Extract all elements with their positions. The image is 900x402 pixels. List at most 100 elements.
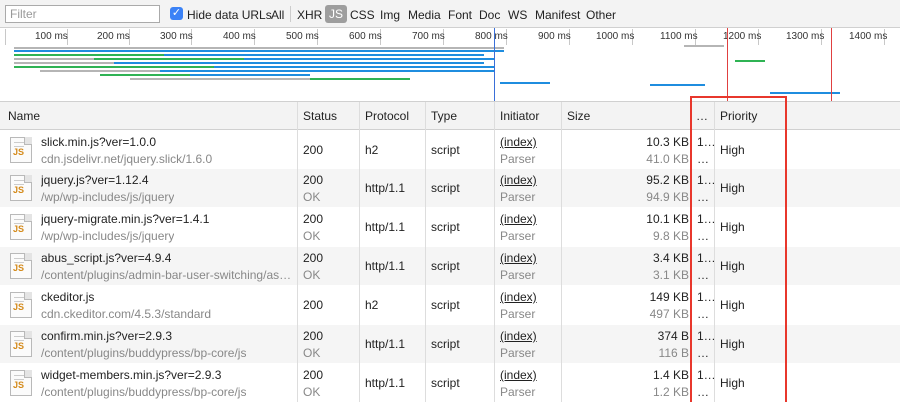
waterfall-bar [735,60,765,62]
waterfall-bar [40,70,160,72]
waterfall-overview[interactable]: 100 ms 200 ms 300 ms 400 ms 500 ms 600 m… [0,28,900,102]
filter-font-button[interactable]: Font [448,8,472,22]
type-cell: script [431,181,460,195]
column-divider[interactable] [561,102,562,402]
waterfall-bar [684,45,724,47]
request-name: widget-members.min.js?ver=2.9.3 [41,368,222,382]
request-name: confirm.min.js?ver=2.9.3 [41,329,173,343]
waterfall-bar [160,70,494,72]
request-path: /wp/wp-includes/js/jquery [41,190,175,204]
request-path: /content/plugins/buddypress/bp-core/js [41,346,247,360]
status-code: 200 [303,173,324,187]
initiator-link[interactable]: (index) [500,290,537,304]
filter-xhr-button[interactable]: XHR [297,8,322,22]
hide-data-urls-label[interactable]: Hide data URLs [187,8,272,22]
transfer-size: 95.2 KB [646,173,689,187]
status-text: OK [303,268,321,282]
column-header-initiator[interactable]: Initiator [494,102,539,130]
filter-media-button[interactable]: Media [408,8,441,22]
timeline-tick-label: 700 ms [412,31,445,42]
status-text: OK [303,190,321,204]
column-divider[interactable] [297,102,298,402]
js-file-icon: JS [10,370,32,396]
initiator-type: Parser [500,307,536,321]
filter-ws-button[interactable]: WS [508,8,527,22]
waterfall-bar [770,92,840,94]
timeline-tick-label: 500 ms [286,31,319,42]
column-header-name[interactable]: Name [2,102,40,130]
js-file-icon: JS [10,292,32,318]
initiator-link[interactable]: (index) [500,173,537,187]
filter-css-button[interactable]: CSS [350,8,375,22]
timeline-tick-label: 1000 ms [596,31,635,42]
initiator-link[interactable]: (index) [500,251,537,265]
request-path: /content/plugins/admin-bar-user-switchin… [41,268,296,282]
waterfall-bar [14,66,214,68]
column-divider[interactable] [494,102,495,402]
status-code: 200 [303,298,324,312]
filter-toolbar: ✓ Hide data URLs All XHR JS CSS Img Medi… [0,0,900,28]
timeline-tick [5,29,6,45]
timeline-tick-label: 1300 ms [786,31,825,42]
transfer-size: 10.1 KB [646,212,689,226]
filter-input[interactable] [5,5,160,23]
filter-all-button[interactable]: All [271,8,284,22]
transfer-size: 10.3 KB [646,135,689,149]
initiator-link[interactable]: (index) [500,135,537,149]
filter-doc-button[interactable]: Doc [479,8,500,22]
timeline-tick-label: 1200 ms [723,31,762,42]
waterfall-bar [130,78,310,80]
timeline-tick-label: 1400 ms [849,31,888,42]
waterfall-bar [190,74,310,76]
waterfall-bar [214,66,494,68]
request-name: jquery.js?ver=1.12.4 [41,173,149,187]
transfer-size: 1.4 KB [652,368,689,382]
column-header-status[interactable]: Status [297,102,337,130]
request-name: jquery-migrate.min.js?ver=1.4.1 [41,212,210,226]
resource-size: 41.0 KB [646,152,689,166]
toolbar-divider [290,6,291,22]
dom-content-loaded-line [494,28,495,101]
waterfall-bar [94,58,244,60]
column-divider[interactable] [425,102,426,402]
status-text: OK [303,229,321,243]
waterfall-bar [14,62,114,64]
transfer-size: 374 B [657,329,689,343]
column-header-size[interactable]: Size [561,102,590,130]
highlight-annotation-box [690,96,787,402]
type-cell: script [431,259,460,273]
status-code: 200 [303,212,324,226]
filter-manifest-button[interactable]: Manifest [535,8,580,22]
type-cell: script [431,220,460,234]
initiator-link[interactable]: (index) [500,212,537,226]
load-event-line [831,28,832,101]
timeline-tick-label: 300 ms [160,31,193,42]
status-code: 200 [303,251,324,265]
filter-img-button[interactable]: Img [380,8,400,22]
type-cell: script [431,298,460,312]
initiator-link[interactable]: (index) [500,329,537,343]
checkmark-icon[interactable]: ✓ [170,7,183,20]
protocol-cell: h2 [365,298,379,312]
timeline-tick-label: 200 ms [97,31,130,42]
request-name: abus_script.js?ver=4.9.4 [41,251,172,265]
timeline-tick-label: 1100 ms [660,31,698,42]
initiator-type: Parser [500,190,536,204]
waterfall-bar [14,58,94,60]
column-header-type[interactable]: Type [425,102,457,130]
resource-size: 3.1 KB [652,268,689,282]
status-text: OK [303,385,321,399]
js-file-icon: JS [10,175,32,201]
request-name: slick.min.js?ver=1.0.0 [41,135,157,149]
protocol-cell: http/1.1 [365,337,406,351]
request-path: cdn.ckeditor.com/4.5.3/standard [41,307,212,321]
timeline-tick-label: 100 ms [35,31,68,42]
js-file-icon: JS [10,137,32,163]
waterfall-bar [14,54,164,56]
filter-js-button[interactable]: JS [325,5,348,23]
resource-size: 94.9 KB [646,190,689,204]
filter-other-button[interactable]: Other [586,8,616,22]
column-header-protocol[interactable]: Protocol [359,102,409,130]
column-divider[interactable] [359,102,360,402]
initiator-link[interactable]: (index) [500,368,537,382]
